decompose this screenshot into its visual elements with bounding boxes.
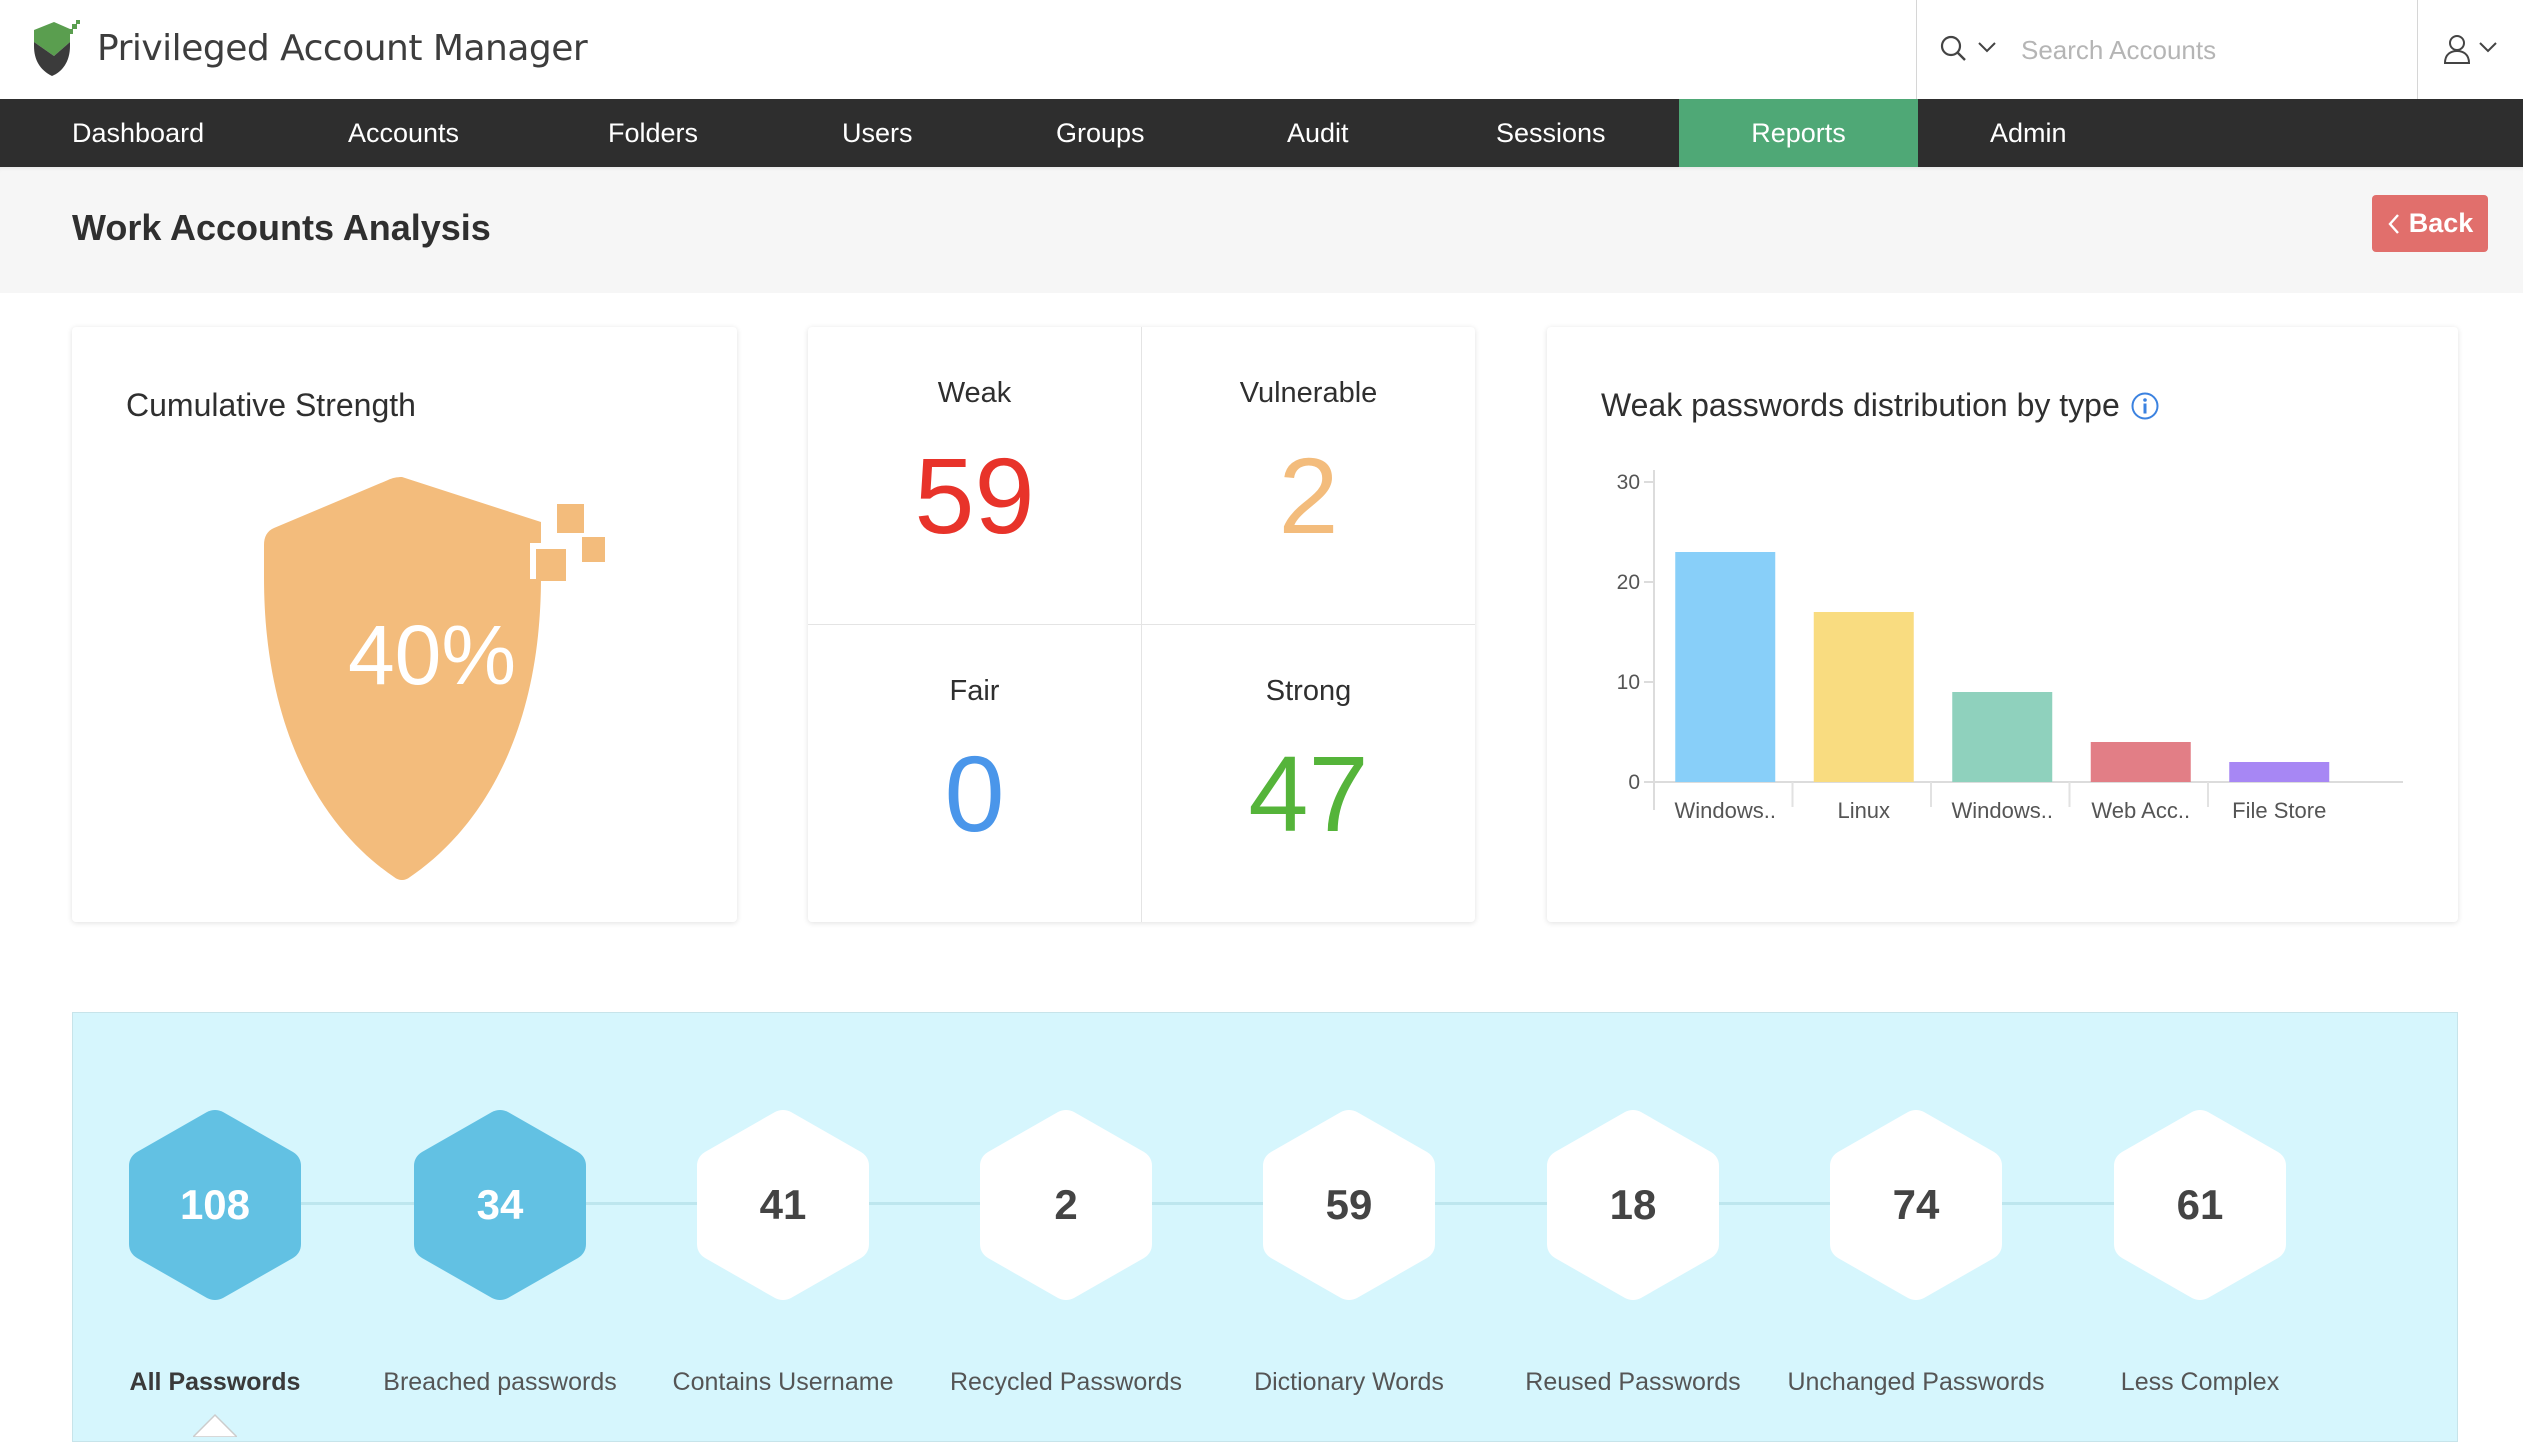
nav-item-sessions[interactable]: Sessions xyxy=(1496,99,1606,167)
user-icon[interactable] xyxy=(2443,34,2471,69)
search-scope-chevron-down-icon[interactable] xyxy=(1977,40,1997,59)
password-issue-hex[interactable]: 2 xyxy=(980,1108,1152,1302)
cumulative-strength-card: Cumulative Strength 40% xyxy=(72,327,737,922)
password-issue-hex[interactable]: 108 xyxy=(129,1108,301,1302)
stat-label: Fair xyxy=(949,675,1000,707)
stat-label: Weak xyxy=(937,377,1012,409)
user-menu-chevron-down-icon[interactable] xyxy=(2478,40,2498,59)
password-issue-label[interactable]: All Passwords xyxy=(65,1368,365,1397)
password-issue-count: 41 xyxy=(759,1181,807,1228)
y-tick-label: 20 xyxy=(1617,571,1640,594)
password-issue-count: 59 xyxy=(1325,1181,1373,1228)
search-input[interactable] xyxy=(2021,28,2401,72)
password-issue-count: 34 xyxy=(476,1181,524,1228)
y-tick-label: 10 xyxy=(1617,671,1640,694)
bar xyxy=(2229,762,2330,782)
page-title: Work Accounts Analysis xyxy=(72,207,491,248)
password-issue-label[interactable]: Dictionary Words xyxy=(1199,1368,1499,1397)
stat-vulnerable[interactable]: Vulnerable 2 xyxy=(1142,327,1475,624)
nav-item-audit[interactable]: Audit xyxy=(1287,99,1349,167)
password-issue-hex[interactable]: 18 xyxy=(1547,1108,1719,1302)
x-tick-label: Windows.. xyxy=(1675,798,1776,823)
weak-passwords-chart-card: Weak passwords distribution by type 0 10 2… xyxy=(1547,327,2458,922)
bar xyxy=(2090,742,2191,782)
password-issue-label[interactable]: Contains Username xyxy=(633,1368,933,1397)
nav-item-admin[interactable]: Admin xyxy=(1990,99,2067,167)
x-tick-label: Linux xyxy=(1837,798,1890,823)
password-issue-hex[interactable]: 74 xyxy=(1830,1108,2002,1302)
password-issue-count: 61 xyxy=(2176,1181,2224,1228)
nav-item-reports[interactable]: Reports xyxy=(1679,99,1918,167)
nav-item-dashboard[interactable]: Dashboard xyxy=(72,99,204,167)
nav-item-folders[interactable]: Folders xyxy=(608,99,698,167)
stat-weak[interactable]: Weak 59 xyxy=(808,327,1141,624)
x-tick-label: Windows.. xyxy=(1952,798,2053,823)
active-tab-pointer-icon xyxy=(193,1413,237,1437)
x-tick-label: File Store xyxy=(2232,798,2326,823)
password-issue-hex[interactable]: 41 xyxy=(697,1108,869,1302)
password-issue-hex[interactable]: 34 xyxy=(414,1108,586,1302)
password-issue-hex[interactable]: 61 xyxy=(2114,1108,2286,1302)
app-title: Privileged Account Manager xyxy=(97,28,588,69)
main-nav: Dashboard Accounts Folders Users Groups … xyxy=(0,99,2523,167)
nav-item-users[interactable]: Users xyxy=(842,99,913,167)
x-tick-label: Web Acc.. xyxy=(2091,798,2190,823)
stat-label: Vulnerable xyxy=(1239,377,1378,409)
y-tick-label: 30 xyxy=(1617,471,1640,494)
nav-item-groups[interactable]: Groups xyxy=(1056,99,1145,167)
app-header: Privileged Account Manager xyxy=(0,0,2523,99)
password-issue-label[interactable]: Unchanged Passwords xyxy=(1766,1368,2066,1397)
cumulative-strength-title: Cumulative Strength xyxy=(126,387,416,423)
password-issue-label[interactable]: Breached passwords xyxy=(350,1368,650,1397)
stat-fair[interactable]: Fair 0 xyxy=(808,625,1141,922)
stat-value: 2 xyxy=(1278,435,1339,556)
password-issue-count: 18 xyxy=(1609,1181,1657,1228)
shield-check-logo-icon xyxy=(34,20,80,76)
stat-value: 0 xyxy=(944,733,1005,854)
search-bar xyxy=(1916,0,2418,99)
stat-value: 47 xyxy=(1248,733,1369,854)
cumulative-strength-value: 40% xyxy=(347,608,517,702)
stat-label: Strong xyxy=(1265,675,1352,707)
stat-strong[interactable]: Strong 47 xyxy=(1142,625,1475,922)
y-tick-label: 0 xyxy=(1628,771,1640,794)
password-issue-label[interactable]: Recycled Passwords xyxy=(916,1368,1216,1397)
back-button[interactable]: Back xyxy=(2372,195,2488,252)
page-header: Work Accounts Analysis Back xyxy=(0,167,2523,293)
stat-value: 59 xyxy=(914,435,1035,556)
bar xyxy=(1813,612,1914,782)
search-icon[interactable] xyxy=(1939,34,1969,69)
strength-stats-card: Weak 59 Vulnerable 2 Fair 0 Strong 47 xyxy=(808,327,1475,922)
bar xyxy=(1952,692,2053,782)
chevron-left-icon xyxy=(2388,213,2399,234)
password-issues-panel: 108 All Passwords 34 Breached passwords 41 Co… xyxy=(72,1012,2458,1442)
password-issue-label[interactable]: Reused Passwords xyxy=(1483,1368,1783,1397)
password-issue-count: 108 xyxy=(179,1181,251,1228)
back-button-label: Back xyxy=(2408,208,2474,238)
password-issue-count: 2 xyxy=(1054,1181,1078,1228)
password-issue-count: 74 xyxy=(1892,1181,1940,1228)
nav-item-accounts[interactable]: Accounts xyxy=(348,99,459,167)
password-issue-label[interactable]: Less Complex xyxy=(2050,1368,2350,1397)
bar-chart: 0 10 20 30 Windows.. Linux Windows.. Web Acc.. F… xyxy=(1617,470,2403,823)
password-issue-hex[interactable]: 59 xyxy=(1263,1108,1435,1302)
bar xyxy=(1675,552,1776,782)
